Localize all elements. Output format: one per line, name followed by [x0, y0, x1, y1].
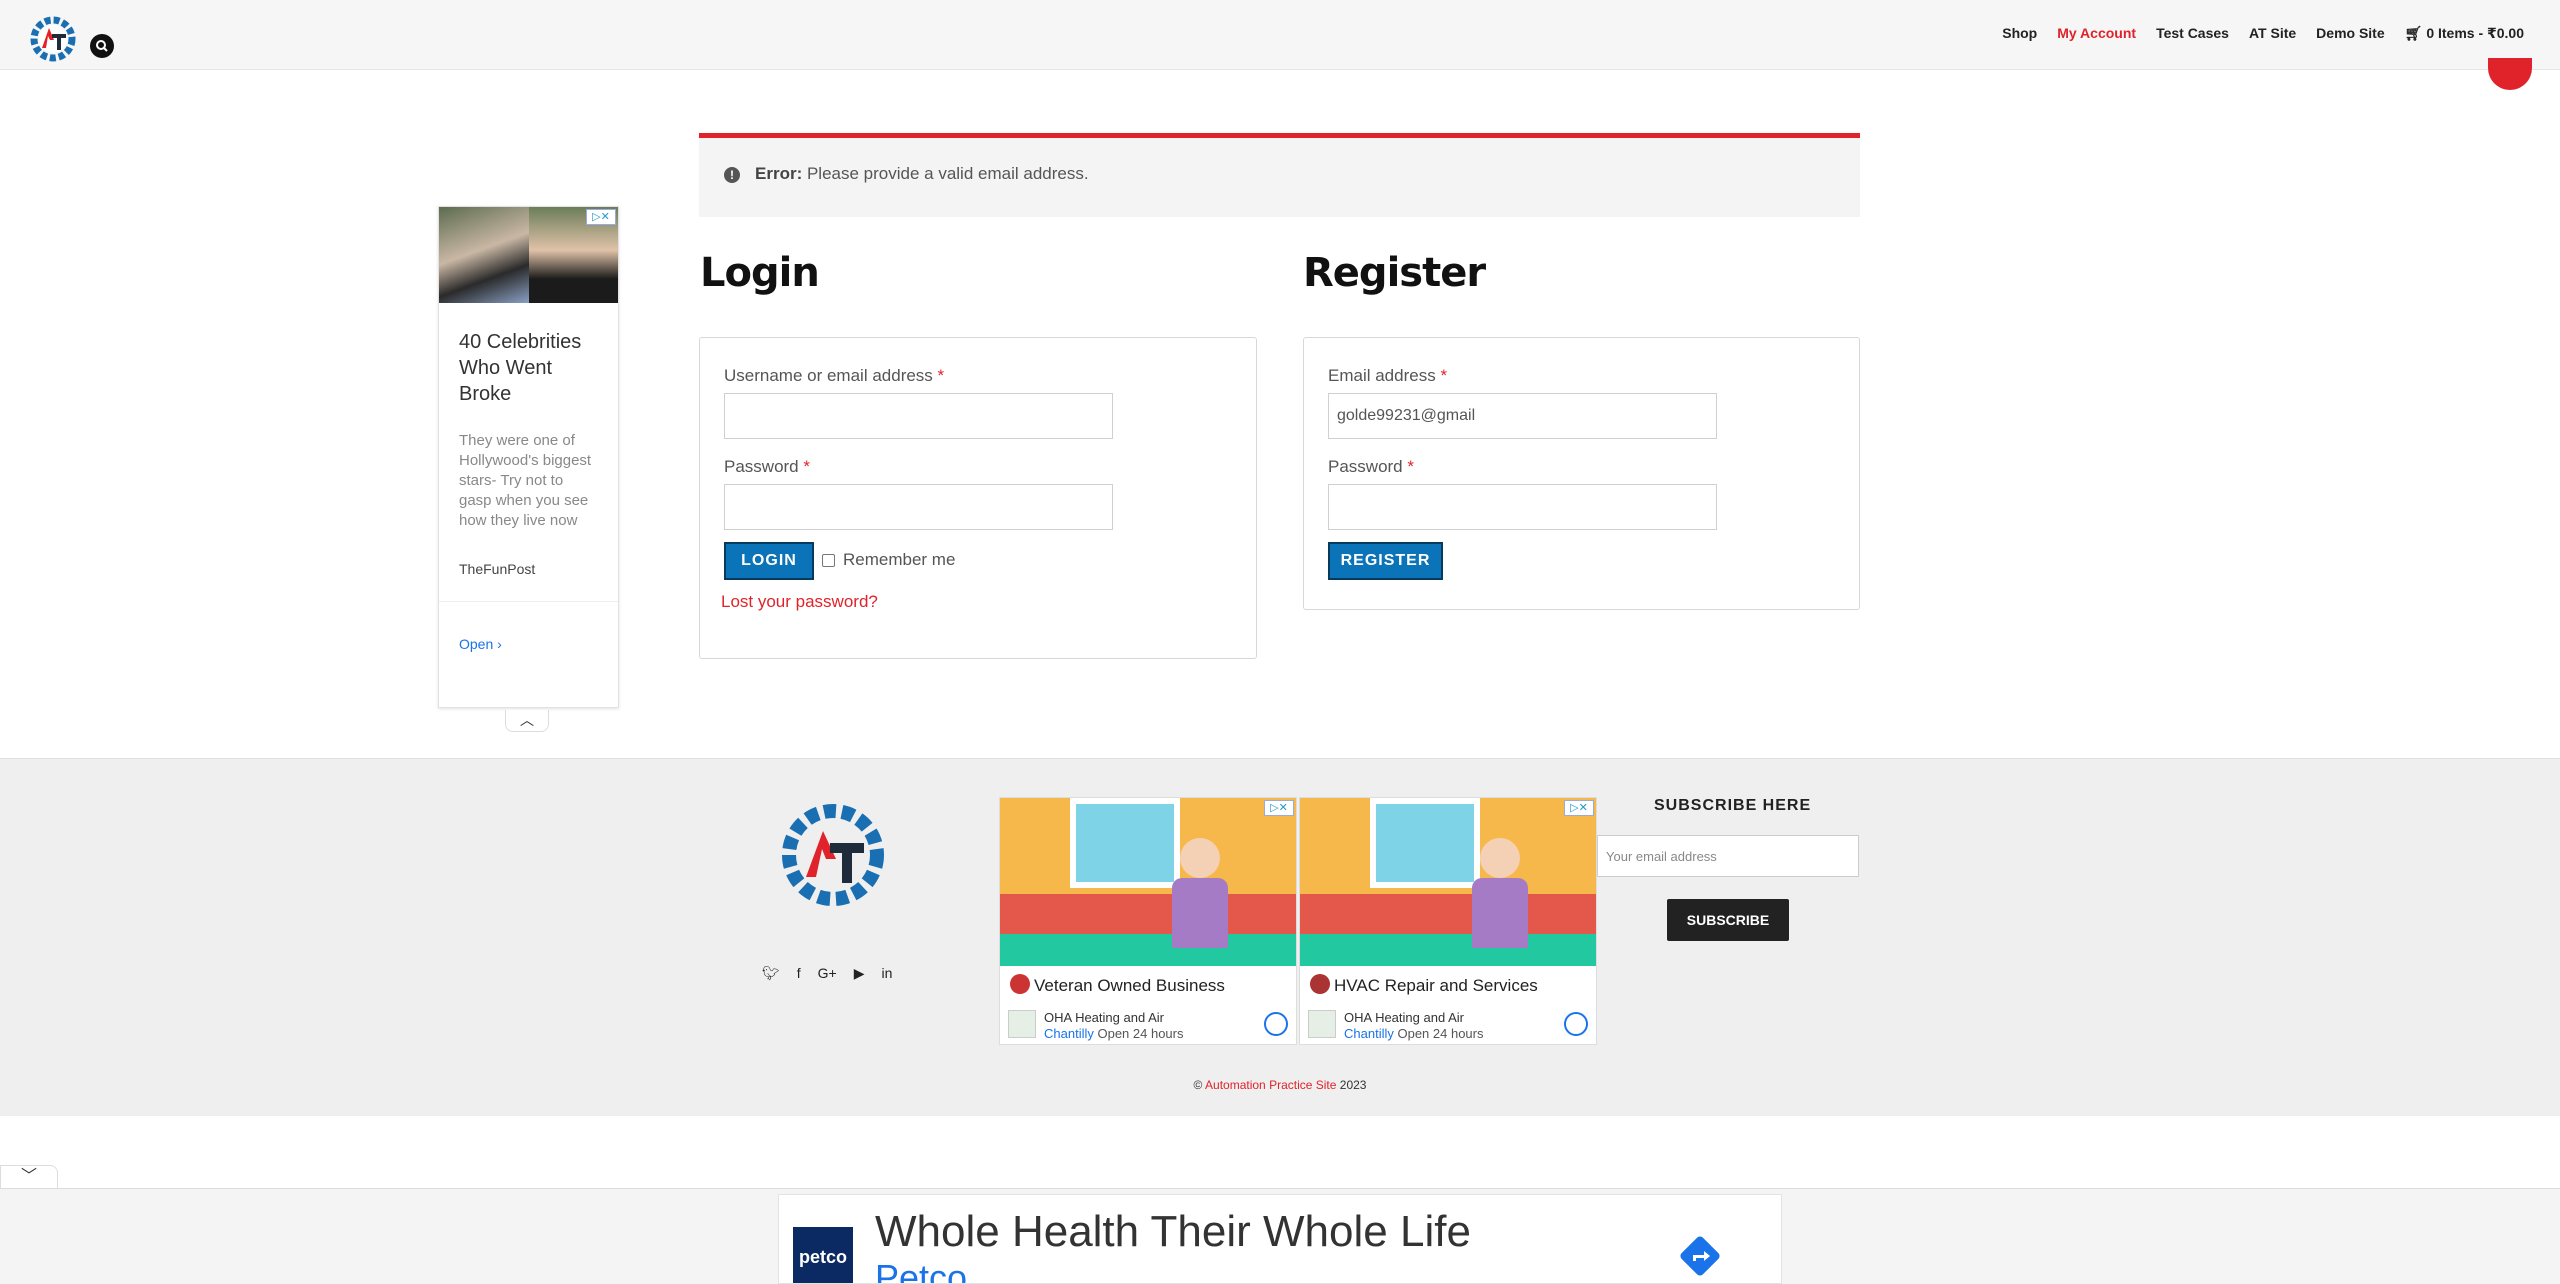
bottom-ad-headline[interactable]: Whole Health Their Whole Life — [875, 1207, 1471, 1257]
register-password-label: Password * — [1328, 457, 1414, 476]
facebook-icon[interactable]: f — [797, 965, 801, 982]
footer-ad-1[interactable]: ▷✕ Veteran Owned Business OHA Heating an… — [999, 797, 1297, 1045]
exclamation-icon: ! — [724, 167, 740, 183]
register-form: Email address * Password * REGISTER — [1303, 337, 1860, 610]
remember-checkbox[interactable] — [822, 553, 835, 567]
login-title: Login — [700, 250, 820, 296]
remember-me[interactable]: Remember me — [822, 550, 955, 570]
search-icon[interactable] — [90, 34, 114, 58]
register-button[interactable]: REGISTER — [1328, 542, 1443, 580]
ad-illustration — [1000, 798, 1296, 966]
verified-icon — [1010, 974, 1030, 994]
site-header: Shop My Account Test Cases AT Site Demo … — [0, 0, 2560, 70]
cart-total: 0 Items - ₹0.00 — [2426, 25, 2524, 41]
lost-password-link[interactable]: Lost your password? — [721, 592, 878, 612]
google-plus-icon[interactable]: G+ — [818, 965, 837, 982]
error-label: Error: — [755, 164, 803, 183]
cart-icon: 🛒︎ — [2404, 25, 2423, 41]
remember-label: Remember me — [843, 550, 956, 569]
email-input[interactable] — [1328, 393, 1717, 439]
directions-icon[interactable] — [1677, 1233, 1723, 1279]
adchoices-icon[interactable]: ▷✕ — [1564, 800, 1594, 816]
error-text: Please provide a valid email address. — [806, 164, 1089, 183]
email-label: Email address * — [1328, 366, 1448, 385]
adchoices-icon[interactable]: ▷✕ — [586, 209, 616, 225]
map-pin-icon — [1008, 1010, 1036, 1038]
ad-business: OHA Heating and Air — [1344, 1010, 1464, 1025]
login-button[interactable]: LOGIN — [724, 542, 814, 580]
subscribe-title: SUBSCRIBE HERE — [1654, 797, 1812, 814]
ad-headline[interactable]: HVAC Repair and Services — [1334, 976, 1538, 996]
nav-at-site[interactable]: AT Site — [2249, 25, 2296, 42]
ad-headline[interactable]: Veteran Owned Business — [1034, 976, 1225, 996]
site-logo[interactable] — [28, 12, 78, 64]
main-nav: Shop My Account Test Cases AT Site Demo … — [2002, 25, 2524, 42]
error-message: Error: Please provide a valid email addr… — [755, 164, 1089, 184]
nav-demo-site[interactable]: Demo Site — [2316, 25, 2384, 42]
social-links: 🐦︎ f G+ ▶ in — [762, 965, 892, 982]
login-form: Username or email address * Password * L… — [699, 337, 1257, 659]
sidebar-ad[interactable]: ▷✕ 40 Celebrities Who Went Broke They we… — [438, 206, 619, 708]
adchoices-icon[interactable]: ▷✕ — [1264, 800, 1294, 816]
directions-icon[interactable] — [1564, 1012, 1588, 1036]
ad-business: OHA Heating and Air — [1044, 1010, 1164, 1025]
petco-logo: petco — [793, 1227, 853, 1283]
nav-my-account[interactable]: My Account — [2057, 25, 2136, 42]
twitter-icon[interactable]: 🐦︎ — [762, 965, 780, 982]
nav-cart[interactable]: 🛒︎ 0 Items - ₹0.00 — [2405, 25, 2524, 42]
ad-description: They were one of Hollywood's biggest sta… — [459, 432, 592, 529]
login-password-input[interactable] — [724, 484, 1113, 530]
floating-menu-badge[interactable] — [2488, 58, 2532, 90]
copyright: © Automation Practice Site 2023 — [1193, 1078, 1367, 1092]
ad-open-label: Open — [459, 636, 494, 652]
collapse-ad-button[interactable]: ︿ — [505, 710, 549, 732]
chevron-right-icon: › — [497, 636, 502, 652]
footer-ad-2[interactable]: ▷✕ HVAC Repair and Services OHA Heating … — [1299, 797, 1597, 1045]
ad-location: Chantilly Open 24 hours — [1344, 1026, 1484, 1041]
ad-open-link[interactable]: Open › — [439, 602, 618, 652]
footer-logo[interactable] — [776, 795, 890, 915]
bottom-ad[interactable]: petco Whole Health Their Whole Life Petc… — [778, 1194, 1782, 1284]
chevron-up-icon: ︿ — [520, 712, 534, 728]
register-title: Register — [1303, 250, 1486, 296]
bottom-ad-subline[interactable]: Petco — [875, 1257, 967, 1283]
subscribe-button[interactable]: SUBSCRIBE — [1667, 899, 1789, 941]
ad-location: Chantilly Open 24 hours — [1044, 1026, 1184, 1041]
username-label: Username or email address * — [724, 366, 945, 385]
subscribe-email-input[interactable]: Your email address — [1597, 835, 1859, 877]
business-logo-icon — [1310, 974, 1330, 994]
chevron-down-icon: ﹀ — [20, 1168, 37, 1185]
ad-title[interactable]: 40 Celebrities Who Went Broke — [439, 303, 618, 407]
username-input[interactable] — [724, 393, 1113, 439]
linkedin-icon[interactable]: in — [882, 965, 893, 982]
copyright-link[interactable]: Automation Practice Site — [1205, 1078, 1336, 1092]
login-password-label: Password * — [724, 457, 810, 476]
ad-source: TheFunPost — [459, 561, 536, 577]
youtube-icon[interactable]: ▶ — [854, 965, 865, 982]
directions-icon[interactable] — [1264, 1012, 1288, 1036]
register-password-input[interactable] — [1328, 484, 1717, 530]
map-pin-icon — [1308, 1010, 1336, 1038]
error-notice: ! Error: Please provide a valid email ad… — [699, 133, 1860, 217]
nav-shop[interactable]: Shop — [2002, 25, 2037, 42]
ad-illustration — [1300, 798, 1596, 966]
nav-test-cases[interactable]: Test Cases — [2156, 25, 2229, 42]
site-footer: 🐦︎ f G+ ▶ in ▷✕ Veteran Owned Business O… — [0, 758, 2560, 1116]
